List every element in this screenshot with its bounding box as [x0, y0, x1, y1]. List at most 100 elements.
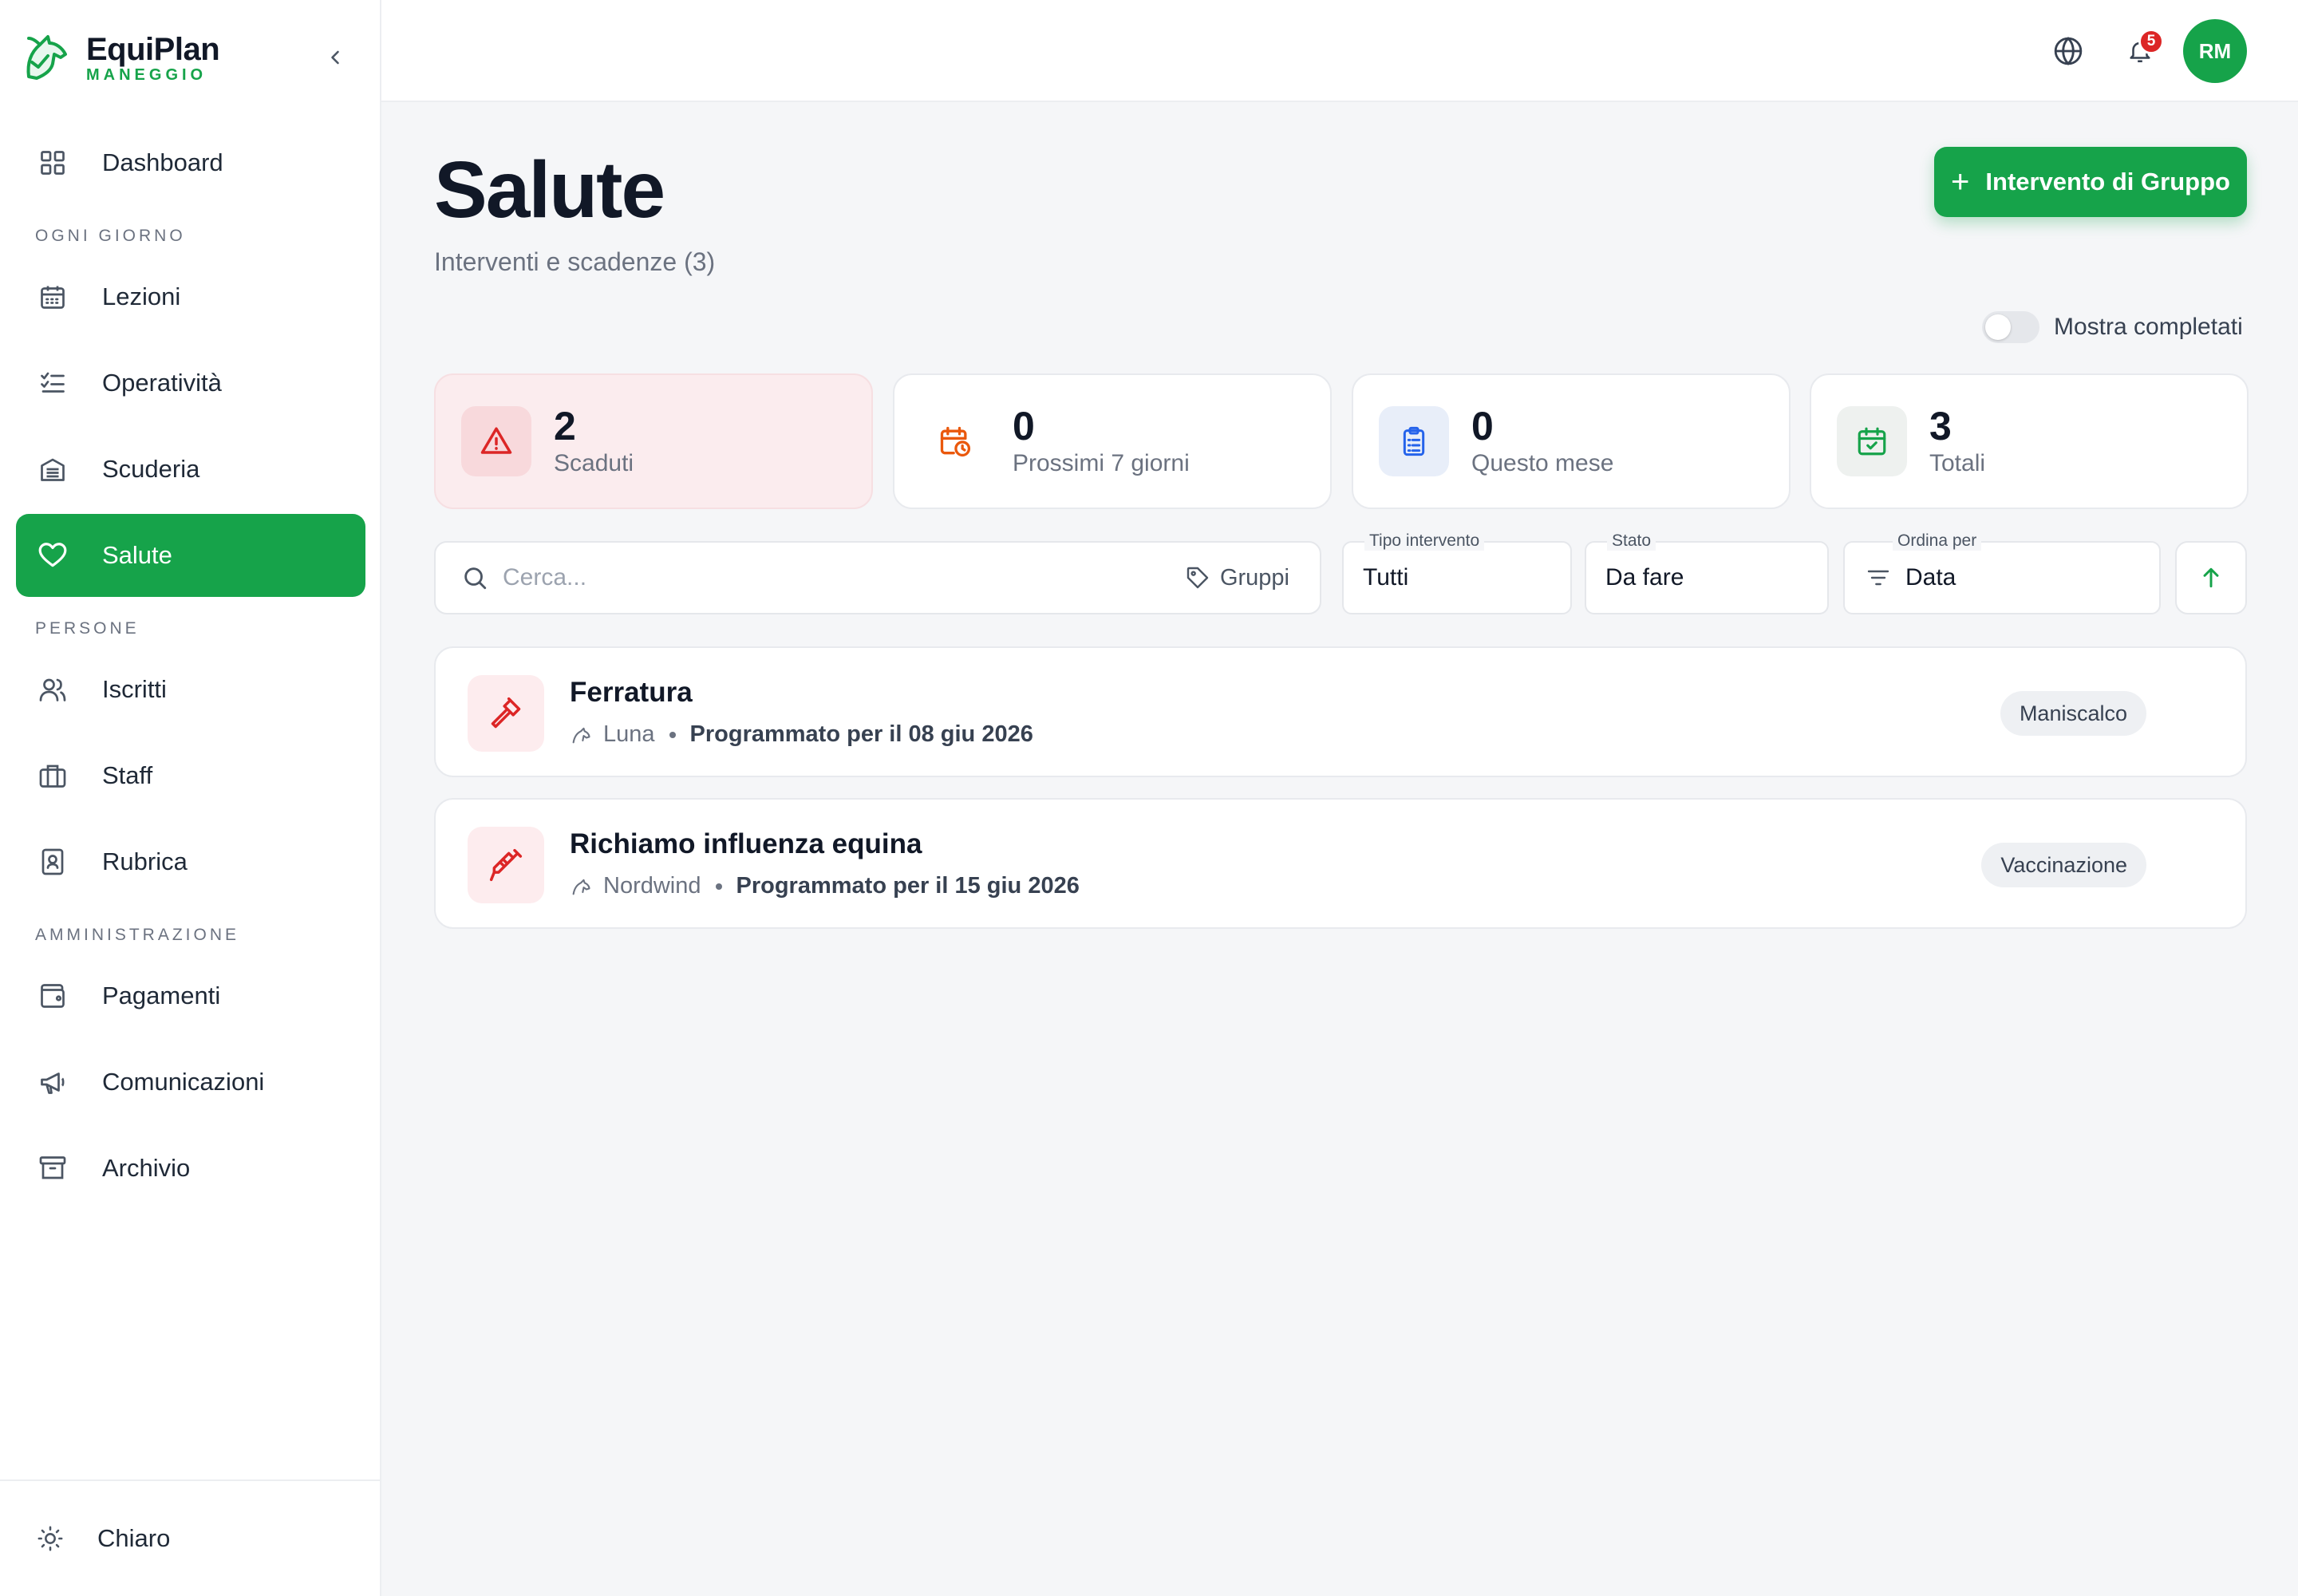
item-date: Programmato per il 15 giu 2026: [736, 873, 1080, 899]
section-label-daily: OGNI GIORNO: [35, 227, 186, 245]
warning-icon: [461, 406, 531, 476]
app-subtitle: MANEGGIO: [86, 66, 207, 84]
sort-direction-button[interactable]: [2175, 541, 2247, 614]
separator-dot: [715, 883, 722, 890]
chevron-left-icon: [331, 50, 339, 65]
app-logo[interactable]: EquiPlan MANEGGIO: [21, 30, 220, 86]
stat-card-this-month[interactable]: 0 Questo mese: [1352, 373, 1791, 509]
stat-label: Scaduti: [554, 450, 634, 476]
wallet-icon: [37, 980, 69, 1012]
checklist-icon: [37, 367, 69, 399]
topbar: [381, 0, 2298, 102]
calendar-check-icon: [1837, 406, 1907, 476]
list-item[interactable]: Ferratura Luna Programmato per il 08 giu…: [434, 646, 2247, 777]
search-icon: [464, 567, 487, 590]
user-avatar[interactable]: RM: [2183, 19, 2247, 83]
item-horse: Luna: [603, 721, 655, 747]
groups-filter-button[interactable]: Gruppi: [1185, 565, 1289, 591]
syringe-icon: [468, 827, 544, 903]
stat-card-next-7-days[interactable]: 0 Prossimi 7 giorni: [893, 373, 1332, 509]
filter-lines-icon: [1867, 570, 1889, 586]
item-title: Ferratura: [570, 677, 693, 708]
theme-toggle[interactable]: Chiaro: [0, 1479, 380, 1596]
theme-label: Chiaro: [97, 1524, 171, 1552]
type-select[interactable]: Tipo intervento Tutti: [1342, 531, 1572, 614]
sidebar-item-operativita[interactable]: Operatività: [16, 342, 365, 425]
stat-label: Questo mese: [1471, 450, 1614, 476]
search-input[interactable]: [503, 564, 1109, 591]
show-completed-label: Mostra completati: [2054, 314, 2243, 340]
status-select[interactable]: Stato Da fare: [1585, 531, 1829, 614]
hammer-icon: [468, 675, 544, 752]
briefcase-icon: [37, 760, 69, 792]
sidebar-item-label: Rubrica: [102, 847, 188, 875]
group-intervention-button[interactable]: + Intervento di Gruppo: [1934, 147, 2247, 217]
sidebar-item-salute[interactable]: Salute: [16, 514, 365, 597]
notifications-badge: 5: [2138, 29, 2164, 54]
status-select-label: Stato: [1607, 531, 1656, 551]
type-select-value: Tutti: [1363, 564, 1409, 591]
globe-icon: [2054, 37, 2083, 65]
separator-dot: [669, 731, 676, 738]
sidebar-item-label: Scuderia: [102, 455, 200, 483]
group-intervention-label: Intervento di Gruppo: [1985, 168, 2230, 196]
stat-value: 0: [1471, 404, 1494, 448]
sidebar-item-label: Iscritti: [102, 675, 167, 703]
stat-label: Totali: [1929, 450, 1986, 476]
list-item[interactable]: Richiamo influenza equina Nordwind Progr…: [434, 798, 2247, 929]
sidebar-item-label: Lezioni: [102, 282, 181, 310]
item-title: Richiamo influenza equina: [570, 828, 922, 859]
sidebar: EquiPlan MANEGGIO Dashboard OGNI GIORNO …: [0, 0, 381, 1596]
stat-card-total[interactable]: 3 Totali: [1810, 373, 2249, 509]
sort-select-value: Data: [1905, 564, 1956, 591]
sort-select-label: Ordina per: [1893, 531, 1982, 551]
sidebar-collapse-button[interactable]: [324, 41, 346, 73]
status-select-value: Da fare: [1605, 564, 1684, 591]
sidebar-item-dashboard[interactable]: Dashboard: [16, 121, 365, 204]
archive-icon: [37, 1152, 69, 1184]
sidebar-item-label: Archivio: [102, 1154, 191, 1182]
plus-icon: +: [1951, 164, 1970, 200]
show-completed-toggle-wrap: Mostra completati: [1982, 311, 2243, 343]
horse-icon: [572, 879, 590, 895]
horse-icon: [572, 727, 590, 743]
sidebar-item-lezioni[interactable]: Lezioni: [16, 255, 365, 338]
sort-select[interactable]: Ordina per Data: [1843, 531, 2161, 614]
sidebar-item-scuderia[interactable]: Scuderia: [16, 428, 365, 511]
heart-icon: [37, 539, 69, 571]
sun-icon: [37, 1525, 64, 1552]
arrow-up-icon: [2203, 567, 2219, 588]
sidebar-item-pagamenti[interactable]: Pagamenti: [16, 954, 365, 1037]
sidebar-item-label: Salute: [102, 541, 172, 569]
section-label-people: PERSONE: [35, 619, 140, 638]
type-select-label: Tipo intervento: [1364, 531, 1485, 551]
calendar-icon: [37, 281, 69, 313]
sidebar-item-comunicazioni[interactable]: Comunicazioni: [16, 1041, 365, 1124]
sidebar-item-label: Staff: [102, 761, 153, 789]
sidebar-item-iscritti[interactable]: Iscritti: [16, 648, 365, 731]
tag-icon: [1187, 567, 1209, 589]
item-category-badge: Vaccinazione: [1981, 843, 2146, 887]
language-button[interactable]: [2051, 34, 2086, 69]
stat-label: Prossimi 7 giorni: [1013, 450, 1190, 476]
sidebar-item-label: Dashboard: [102, 148, 223, 176]
stat-value: 0: [1013, 404, 1035, 448]
sidebar-item-archivio[interactable]: Archivio: [16, 1127, 365, 1210]
sidebar-item-label: Operatività: [102, 369, 222, 397]
sidebar-item-staff[interactable]: Staff: [16, 734, 365, 817]
sidebar-item-rubrica[interactable]: Rubrica: [16, 820, 365, 903]
item-horse: Nordwind: [603, 873, 701, 899]
grid-icon: [37, 147, 69, 179]
stat-value: 2: [554, 404, 576, 448]
show-completed-toggle[interactable]: [1982, 311, 2039, 343]
users-icon: [37, 674, 69, 705]
contact-book-icon: [37, 846, 69, 878]
stat-card-overdue[interactable]: 2 Scaduti: [434, 373, 873, 509]
section-label-admin: AMMINISTRAZIONE: [35, 926, 240, 944]
item-date: Programmato per il 08 giu 2026: [689, 721, 1033, 747]
app-name: EquiPlan: [86, 32, 220, 67]
calendar-clock-icon: [920, 406, 990, 476]
stable-icon: [37, 453, 69, 485]
page-subtitle: Interventi e scadenze (3): [434, 247, 716, 276]
horse-logo-icon: [26, 35, 67, 80]
